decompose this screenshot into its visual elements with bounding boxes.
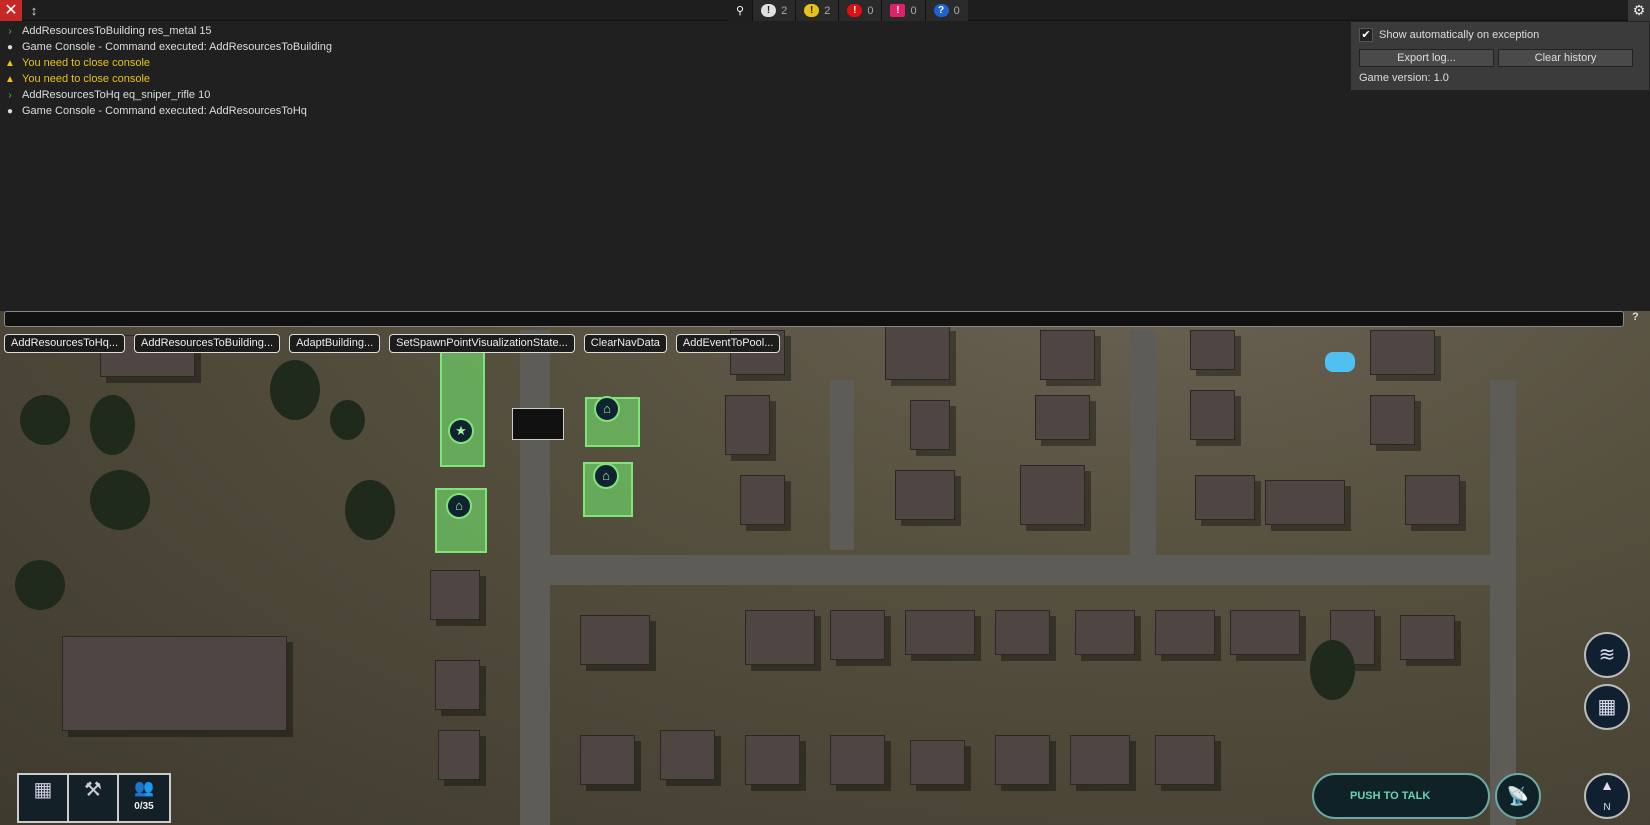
command-arrow-icon: › [8, 25, 12, 37]
cmd-add-resources-to-building[interactable]: AddResourcesToBuilding... [134, 334, 281, 353]
error-count: 0 [867, 4, 874, 17]
house-icon[interactable]: ⌂ [594, 396, 620, 422]
exception-icon: ! [890, 4, 906, 17]
log-text: AddResourcesToHq eq_sniper_rifle 10 [22, 89, 211, 101]
question-filter[interactable]: ? 0 [924, 0, 968, 21]
gear-icon[interactable]: ⚙ [1628, 0, 1650, 21]
axe-icon: ⚒ [84, 779, 102, 801]
search-icon: ⚲ [736, 5, 745, 17]
population-button[interactable]: 👥 0/35 [119, 775, 169, 821]
garage-icon[interactable]: ⌂ [446, 493, 472, 519]
exception-count: 0 [910, 4, 917, 17]
warning-icon: ! [804, 4, 820, 17]
question-icon: ? [933, 4, 949, 17]
hud-bottom-left: ▦ ⚒ 👥 0/35 [17, 773, 171, 823]
export-log-button[interactable]: Export log... [1359, 49, 1494, 67]
error-filter[interactable]: ! 0 [838, 0, 882, 21]
population-count: 0/35 [134, 801, 154, 812]
show-auto-checkbox[interactable]: ✔ [1359, 28, 1373, 42]
blue-marker [1325, 352, 1355, 372]
warning-filter[interactable]: ! 2 [795, 0, 839, 21]
compass-label: N [1603, 802, 1611, 813]
people-icon: 👥 [134, 780, 154, 797]
info-bubble-icon: ● [6, 105, 14, 117]
cmd-add-resources-to-hq[interactable]: AddResourcesToHq... [4, 334, 125, 353]
cmd-adapt-building[interactable]: AdaptBuilding... [289, 334, 381, 353]
cmd-set-spawn-point[interactable]: SetSpawnPointVisualizationState... [389, 334, 575, 353]
buildings-button[interactable]: ▦ [19, 775, 69, 821]
clear-history-button[interactable]: Clear history [1498, 49, 1633, 67]
compass-arrow-icon: ▲ [1600, 777, 1614, 793]
layers-button[interactable]: ≋ [1584, 632, 1630, 678]
settings-panel: ✔ Show automatically on exception Export … [1350, 21, 1650, 91]
log-text: Game Console - Command executed: AddReso… [22, 105, 307, 117]
info-bubble-icon: ● [6, 41, 14, 53]
close-icon[interactable]: ✕ [0, 0, 22, 21]
search-button[interactable]: ⚲ [728, 0, 753, 21]
info-count: 2 [781, 4, 788, 17]
radio-tower-icon[interactable]: 📡 [1495, 773, 1541, 819]
log-text: Game Console - Command executed: AddReso… [22, 41, 332, 53]
warning-icon: ▲ [5, 57, 15, 69]
grid-button[interactable]: ▦ [1584, 684, 1630, 730]
layers-icon: ≋ [1598, 644, 1616, 666]
hq-building[interactable] [440, 345, 485, 467]
tools-button[interactable]: ⚒ [69, 775, 119, 821]
push-to-talk-button[interactable]: PUSH TO TALK [1312, 773, 1490, 819]
game-version: Game version: 1.0 [1359, 72, 1449, 84]
error-icon: ! [847, 4, 863, 17]
cmd-clear-nav-data[interactable]: ClearNavData [583, 334, 667, 353]
log-text: You need to close console [22, 57, 151, 69]
warning-icon: ▲ [5, 73, 15, 85]
grid-icon: ▦ [1597, 696, 1617, 718]
resize-icon[interactable]: ↕ [24, 0, 44, 21]
house-icon[interactable]: ⌂ [593, 463, 619, 489]
command-input[interactable] [4, 311, 1624, 327]
log-text: AddResourcesToBuilding res_metal 15 [22, 25, 212, 37]
building-icon: ▦ [33, 779, 53, 801]
info-bubble-icon: ! [761, 4, 777, 17]
compass-button[interactable]: ▲ N [1584, 773, 1630, 819]
star-icon[interactable]: ★ [448, 418, 474, 444]
cmd-add-event-to-pool[interactable]: AddEventToPool... [675, 334, 781, 353]
help-button[interactable]: ? [1632, 311, 1639, 323]
command-arrow-icon: › [8, 89, 12, 101]
vehicle-unit[interactable] [512, 408, 564, 440]
log-entry[interactable]: ● Game Console - Command executed: AddRes… [0, 103, 1650, 119]
exception-filter[interactable]: ! 0 [881, 0, 925, 21]
show-auto-label: Show automatically on exception [1379, 29, 1540, 41]
warning-count: 2 [824, 4, 831, 17]
question-count: 0 [953, 4, 960, 17]
console-toolbar: ✕ ↕ ⚲ ! 2 ! 2 ! 0 ! 0 ? 0 ⚙ [0, 0, 1650, 21]
info-filter[interactable]: ! 2 [752, 0, 796, 21]
command-suggestions: AddResourcesToHq... AddResourcesToBuildi… [4, 334, 781, 353]
log-text: You need to close console [22, 73, 151, 85]
